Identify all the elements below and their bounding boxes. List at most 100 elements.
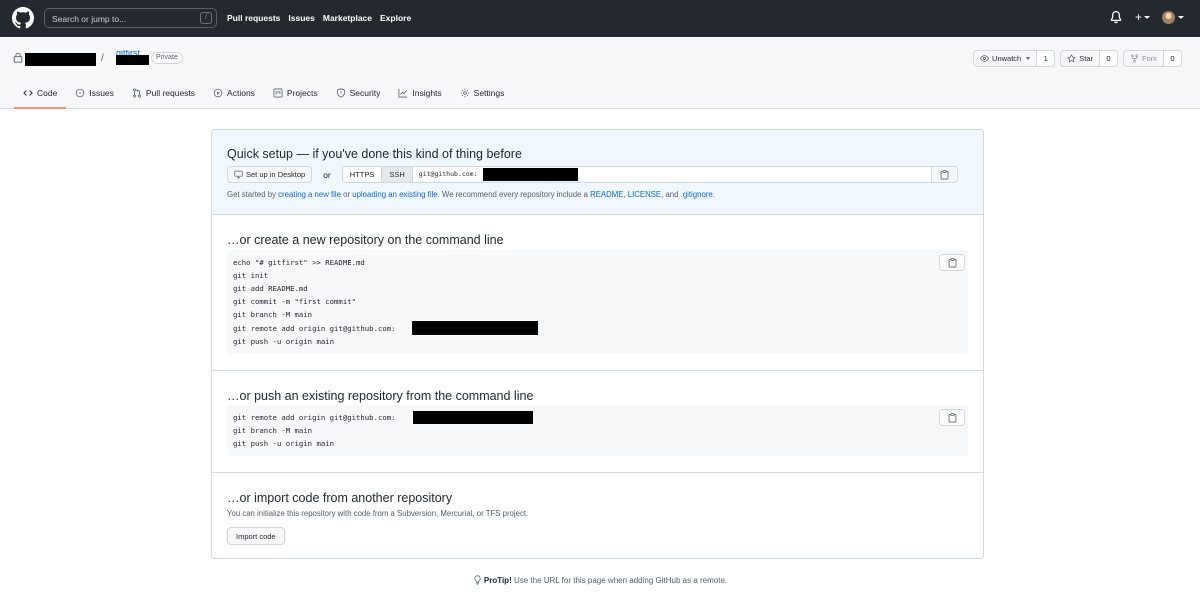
protip: ProTip! Use the URL for this page when a… <box>0 575 1200 585</box>
create-repo-section: …or create a new repository on the comma… <box>212 215 983 371</box>
protip-text: Use the URL for this page when adding Gi… <box>511 576 728 585</box>
tab-settings-label: Settings <box>473 88 505 98</box>
create-repo-title: …or create a new repository on the comma… <box>227 233 504 247</box>
owner-repo-separator: / <box>101 53 104 64</box>
lock-icon <box>13 52 23 63</box>
create-new-menu[interactable]: + <box>1135 11 1150 23</box>
user-menu[interactable] <box>1162 10 1184 24</box>
nav-marketplace[interactable]: Marketplace <box>323 13 372 23</box>
tab-code-label: Code <box>37 88 58 98</box>
clipboard-icon <box>948 412 956 422</box>
graph-icon <box>398 88 408 98</box>
code-line: git remote add origin git@github.com: <box>233 413 396 422</box>
code-line: git push -u origin main <box>233 439 335 448</box>
create-repo-code-block[interactable]: echo "# gitfirst" >> README.md git init … <box>227 250 968 354</box>
search-input[interactable]: Search or jump to... / <box>44 8 217 28</box>
forks-count[interactable]: 0 <box>1164 51 1181 66</box>
project-icon <box>273 88 283 98</box>
push-repo-title: …or push an existing repository from the… <box>227 389 534 403</box>
star-button[interactable]: Star <box>1061 51 1100 66</box>
nav-issues[interactable]: Issues <box>288 13 314 23</box>
clipboard-icon <box>940 169 949 179</box>
clone-url-prefix: git@github.com: <box>418 170 478 178</box>
intro-text-6: . <box>712 190 715 199</box>
plus-icon: + <box>1134 10 1142 24</box>
code-line: git commit -m "first commit" <box>233 297 357 306</box>
global-header: Search or jump to... / Pull requests Iss… <box>0 0 1200 37</box>
nav-explore[interactable]: Explore <box>380 13 411 23</box>
watchers-count[interactable]: 1 <box>1037 51 1055 66</box>
gitignore-link[interactable]: .gitignore <box>681 190 713 199</box>
quick-setup-panel: Quick setup — if you've done this kind o… <box>212 130 983 215</box>
pull-request-icon <box>133 88 141 98</box>
copy-create-commands-button[interactable] <box>939 254 965 271</box>
star-icon <box>1067 54 1076 63</box>
intro-text-2: or <box>340 190 353 199</box>
or-text: or <box>323 169 331 180</box>
code-line: git remote add origin git@github.com: <box>233 324 396 333</box>
fork-button[interactable]: Fork <box>1124 51 1164 66</box>
code-line: git init <box>233 271 269 280</box>
github-logo-icon[interactable] <box>12 7 34 29</box>
search-shortcut-key: / <box>200 12 212 24</box>
ssh-button[interactable]: SSH <box>381 167 412 182</box>
create-new-file-link[interactable]: creating a new file <box>278 190 341 199</box>
bell-icon[interactable] <box>1109 10 1123 24</box>
light-bulb-icon <box>474 575 481 585</box>
play-icon <box>213 88 223 98</box>
stargazers-count[interactable]: 0 <box>1100 51 1117 66</box>
unwatch-button[interactable]: Unwatch <box>974 51 1038 66</box>
tab-actions[interactable]: Actions <box>204 84 264 102</box>
redacted-repo-path <box>412 321 538 335</box>
gear-icon <box>460 88 469 98</box>
tab-actions-label: Actions <box>227 88 255 98</box>
quick-setup-title: Quick setup — if you've done this kind o… <box>227 147 522 161</box>
chevron-down-icon <box>1144 15 1150 19</box>
https-button[interactable]: HTTPS <box>343 167 382 182</box>
nav-pull-requests[interactable]: Pull requests <box>227 13 280 23</box>
code-line: git branch -M main <box>233 310 313 319</box>
set-up-in-desktop-button[interactable]: Set up in Desktop <box>227 166 313 183</box>
search-placeholder: Search or jump to... <box>52 14 127 24</box>
redacted-repo-name[interactable] <box>116 55 149 65</box>
repo-actions: Unwatch 1 Star 0 Fork 0 <box>973 50 1182 67</box>
copy-url-button[interactable] <box>931 166 958 183</box>
empty-repo-setup-box: Quick setup — if you've done this kind o… <box>211 129 984 559</box>
desktop-icon <box>234 170 243 179</box>
copy-push-commands-button[interactable] <box>939 409 965 426</box>
quick-setup-intro: Get started by creating a new file or up… <box>227 190 715 199</box>
fork-label: Fork <box>1142 54 1157 63</box>
tab-issues[interactable]: Issues <box>66 84 123 102</box>
global-nav: Pull requests Issues Marketplace Explore <box>227 13 411 23</box>
code-line: git add README.md <box>233 284 308 293</box>
tab-pull-requests[interactable]: Pull requests <box>123 84 204 102</box>
tab-code[interactable]: Code <box>14 84 67 109</box>
tab-projects[interactable]: Projects <box>264 84 327 102</box>
eye-icon <box>980 55 989 62</box>
intro-text-1: Get started by <box>227 190 279 199</box>
tab-insights[interactable]: Insights <box>389 84 450 102</box>
import-code-button[interactable]: Import code <box>227 527 285 545</box>
tab-pull-requests-label: Pull requests <box>145 88 196 98</box>
star-label: Star <box>1079 54 1093 63</box>
upload-existing-file-link[interactable]: uploading an existing file <box>352 190 437 199</box>
redacted-repo-path <box>413 411 533 424</box>
readme-link[interactable]: README <box>590 190 623 199</box>
code-line: git branch -M main <box>233 426 313 435</box>
code-line: echo "# gitfirst" >> README.md <box>233 258 365 267</box>
fork-button-group: Fork 0 <box>1123 50 1182 67</box>
push-repo-code-block[interactable]: git remote add origin git@github.com: gi… <box>227 405 968 456</box>
tab-security[interactable]: Security <box>327 84 390 102</box>
redacted-owner-name[interactable] <box>25 53 96 66</box>
tab-settings[interactable]: Settings <box>451 84 514 102</box>
redacted-repo-path <box>482 168 578 181</box>
import-title: …or import code from another repository <box>227 491 453 505</box>
intro-text-5: , and <box>661 190 681 199</box>
clone-url-row: Set up in Desktop or HTTPS SSH git@githu… <box>227 166 958 183</box>
header-actions: + <box>1109 10 1184 24</box>
desktop-button-label: Set up in Desktop <box>246 170 306 179</box>
clone-url-input[interactable]: git@github.com: <box>412 166 932 183</box>
license-link[interactable]: LICENSE <box>628 190 661 199</box>
visibility-label: Private <box>151 52 183 64</box>
import-description: You can initialize this repository with … <box>227 509 529 518</box>
